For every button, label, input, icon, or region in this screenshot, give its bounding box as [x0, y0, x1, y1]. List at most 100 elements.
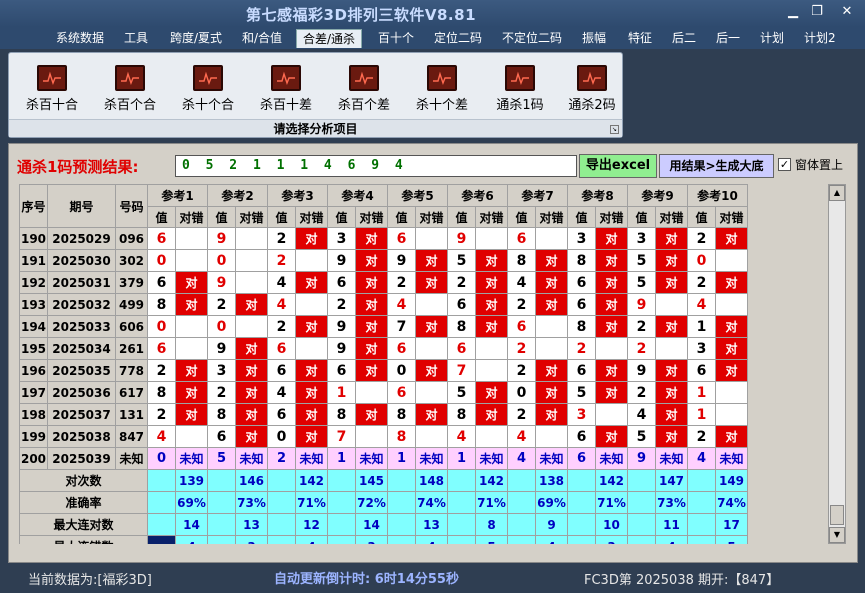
ribbon-button-6[interactable]: 通杀1码	[485, 65, 555, 117]
hit-mark: 对	[235, 337, 268, 360]
hit-mark: 对	[715, 359, 748, 382]
ribbon-button-3[interactable]: 杀百十差	[251, 65, 321, 117]
chart-line-icon	[271, 65, 301, 91]
stats-spacer	[387, 513, 416, 536]
stats-spacer	[147, 469, 176, 492]
ribbon-button-2[interactable]: 杀十个合	[173, 65, 243, 117]
menu-item-3[interactable]: 和/合值	[236, 29, 288, 48]
value-subheader: 值	[507, 206, 536, 228]
generate-base-button[interactable]: 用结果>生成大底	[659, 154, 774, 178]
ref-value: 0	[207, 249, 236, 272]
ref-value: 2	[447, 271, 476, 294]
vertical-scrollbar[interactable]: ▲ ▼	[828, 184, 846, 544]
stats-spacer	[627, 513, 656, 536]
ref-value: 6	[567, 425, 596, 448]
ribbon-button-1[interactable]: 杀百个合	[95, 65, 165, 117]
menu-item-12[interactable]: 计划	[754, 29, 790, 48]
minimize-button[interactable]: ▁	[782, 3, 804, 21]
hit-mark: 对	[475, 293, 508, 316]
stats-spacer	[147, 535, 176, 544]
stats-spacer	[507, 513, 536, 536]
ref-header: 参考4	[327, 184, 388, 207]
ref-value: 9	[327, 337, 356, 360]
table-row-unknown[interactable]: 200 2025039 未知 0 未知 5 未知 2 未知 1 未知 1 未知 1 未知 4 未知 6 未知 9 未知 4…	[19, 447, 748, 470]
table-row[interactable]: 195 2025034 261 6 9 对 6 9 对 6 6 2 2 2 3 对	[19, 337, 748, 360]
stats-value: 10	[595, 513, 628, 536]
stats-value: 4	[655, 535, 688, 544]
menu-item-6[interactable]: 定位二码	[428, 29, 488, 48]
table-row[interactable]: 190 2025029 096 6 9 2 对 3 对 6 9 6 3 对 3 对 2 对	[19, 227, 748, 250]
ref-value: 5	[447, 249, 476, 272]
menu-item-7[interactable]: 不定位二码	[496, 29, 568, 48]
menu-item-9[interactable]: 特征	[622, 29, 658, 48]
ribbon-launcher-icon[interactable]: ↘	[610, 125, 619, 134]
close-button[interactable]: ✕	[836, 3, 858, 21]
miss-mark	[595, 337, 628, 360]
scroll-up-icon[interactable]: ▲	[829, 185, 845, 201]
menu-item-1[interactable]: 工具	[118, 29, 154, 48]
table-row[interactable]: 197 2025036 617 8 对 2 对 4 对 1 6 5 对 0 对 5 对 2 对 1	[19, 381, 748, 404]
table-row[interactable]: 196 2025035 778 2 对 3 对 6 对 6 对 0 对 7 2 对 6 对 9 对 6 对	[19, 359, 748, 382]
window-title: 第七感福彩3D排列三软件V8.81	[246, 6, 477, 24]
hit-subheader: 对错	[535, 206, 568, 228]
scroll-down-icon[interactable]: ▼	[829, 527, 845, 543]
stats-spacer	[507, 491, 536, 514]
ref-value: 4	[447, 425, 476, 448]
menu-item-13[interactable]: 计划2	[798, 29, 842, 48]
ref-header: 参考8	[567, 184, 628, 207]
ribbon-button-7[interactable]: 通杀2码	[557, 65, 627, 117]
scroll-thumb[interactable]	[830, 505, 844, 525]
row-period: 2025031	[47, 271, 116, 294]
export-excel-button[interactable]: 导出excel	[579, 154, 657, 178]
ribbon-button-4[interactable]: 杀百个差	[329, 65, 399, 117]
ref-header: 参考1	[147, 184, 208, 207]
ribbon-button-0[interactable]: 杀百十合	[17, 65, 87, 117]
miss-mark	[535, 227, 568, 250]
ref-value: 8	[147, 381, 176, 404]
table-row[interactable]: 198 2025037 131 2 对 8 对 6 对 8 对 8 对 8 对 2 对 3 4 对 1	[19, 403, 748, 426]
miss-mark	[355, 425, 388, 448]
chart-line-icon	[505, 65, 535, 91]
row-period: 2025039	[47, 447, 116, 470]
hit-mark: 对	[235, 425, 268, 448]
stats-value: 147	[655, 469, 688, 492]
menu-item-0[interactable]: 系统数据	[50, 29, 110, 48]
ribbon-button-5[interactable]: 杀十个差	[407, 65, 477, 117]
stats-spacer	[387, 535, 416, 544]
miss-mark	[175, 337, 208, 360]
stats-value: 142	[295, 469, 328, 492]
hit-mark: 对	[655, 403, 688, 426]
ref-value: 8	[447, 315, 476, 338]
table-row[interactable]: 192 2025031 379 6 对 9 4 对 6 对 2 对 2 对 4 对 6 对 5 对 2 对	[19, 271, 748, 294]
prediction-label: 通杀1码预测结果:	[17, 158, 139, 176]
ribbon-panel: 杀百十合 杀百个合 杀十个合 杀百十差 杀百个差 杀十个差 通杀1码 通杀2码 请选择分析项目…	[8, 52, 623, 138]
hit-mark: 对	[535, 249, 568, 272]
ref-value: 9	[207, 271, 236, 294]
hit-mark: 对	[295, 425, 328, 448]
prediction-result-field[interactable]: 0 5 2 1 1 1 4 6 9 4	[175, 155, 577, 177]
menu-item-2[interactable]: 跨度/夏式	[164, 29, 228, 48]
menu-item-5[interactable]: 百十个	[372, 29, 420, 48]
miss-mark	[295, 337, 328, 360]
miss-mark	[475, 425, 508, 448]
table-row[interactable]: 194 2025033 606 0 0 2 对 9 对 7 对 8 对 6 8 对 2 对 1 对	[19, 315, 748, 338]
table-row[interactable]: 191 2025030 302 0 0 2 9 对 9 对 5 对 8 对 8 对 5 对 0	[19, 249, 748, 272]
menu-item-8[interactable]: 振幅	[576, 29, 612, 48]
row-number: 096	[115, 227, 148, 250]
ref-value: 6	[447, 293, 476, 316]
menu-item-4[interactable]: 合差/通杀	[296, 29, 363, 48]
menu-item-10[interactable]: 后二	[666, 29, 702, 48]
stats-spacer	[387, 469, 416, 492]
ref-header: 参考10	[687, 184, 748, 207]
restore-button[interactable]: ❐	[806, 3, 828, 21]
stats-spacer	[327, 491, 356, 514]
hit-mark: 对	[355, 337, 388, 360]
menu-item-11[interactable]: 后一	[710, 29, 746, 48]
ref-value: 6	[507, 227, 536, 250]
ref-value: 8	[387, 403, 416, 426]
row-period: 2025029	[47, 227, 116, 250]
table-row[interactable]: 193 2025032 499 8 对 2 对 4 2 对 4 6 对 2 对 6 对 9 4	[19, 293, 748, 316]
table-row[interactable]: 199 2025038 847 4 6 对 0 对 7 8 4 4 6 对 5 对 2 对	[19, 425, 748, 448]
last-draw-status: FC3D第 2025038 期开:【847】	[584, 573, 780, 588]
pin-window-checkbox[interactable]: ✓	[778, 158, 791, 171]
